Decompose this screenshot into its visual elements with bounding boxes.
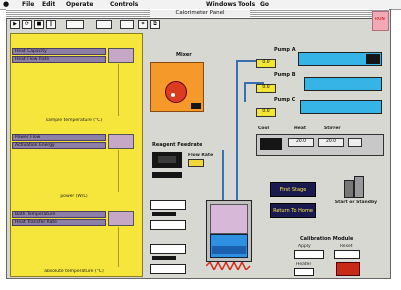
pump-c-label: Pump C — [274, 97, 296, 103]
numeric-control[interactable] — [150, 200, 186, 210]
flow-rate-field[interactable] — [188, 159, 204, 167]
cylinder-icon — [354, 176, 364, 198]
menu-file[interactable]: File — [22, 0, 34, 9]
menu-operate[interactable]: Operate — [66, 0, 93, 9]
pump-a-label: Pump A — [274, 47, 296, 53]
list-item[interactable]: Activation Energy — [12, 142, 106, 149]
cylinder-icon — [344, 180, 354, 198]
control-bar — [152, 212, 176, 216]
pump-b-value[interactable]: 0.0 — [256, 84, 276, 93]
list-item[interactable]: Power Flow — [12, 134, 106, 141]
scale-markings — [118, 64, 135, 116]
value-display — [108, 134, 134, 149]
scale-markings — [118, 150, 135, 192]
apple-icon[interactable]: ● — [3, 0, 9, 9]
corner-badge-label: RUN — [375, 17, 385, 22]
calibration-field[interactable] — [294, 250, 324, 259]
pump-c-value[interactable]: 0.0 — [256, 108, 276, 117]
tab-cool[interactable]: Cool — [258, 126, 269, 131]
numeric-control[interactable] — [150, 244, 186, 254]
calibration-label: Calibration Module — [300, 236, 354, 242]
align-button[interactable] — [96, 20, 112, 29]
setpoint-b-field[interactable]: 20.0 — [318, 138, 344, 147]
flow-rate-label: Flow Rate — [188, 153, 214, 158]
equipment-icon[interactable] — [342, 174, 366, 198]
heater-coil-icon — [206, 262, 251, 270]
pump-c-bar — [300, 100, 382, 114]
pause-icon[interactable]: ‖ — [46, 20, 56, 29]
pump-a-value[interactable]: 0.0 — [256, 59, 276, 68]
mixer-readout — [191, 103, 201, 109]
pipe — [236, 60, 238, 210]
scale-markings — [118, 227, 135, 267]
run-continuous-icon[interactable]: ⟳ — [22, 20, 32, 29]
first-stage-button[interactable]: First Stage — [270, 182, 316, 197]
stop-icon[interactable]: ■ — [34, 20, 44, 29]
menu-tools[interactable]: Tools — [238, 0, 255, 9]
start-standby-label: Start or Standby — [334, 200, 378, 205]
pump-b-label: Pump B — [274, 72, 296, 78]
numeric-control[interactable] — [150, 264, 186, 274]
value-display — [108, 48, 134, 63]
mixer-panel — [150, 62, 204, 112]
liquid-level — [212, 246, 246, 254]
numeric-control[interactable] — [150, 220, 186, 230]
tab-heat[interactable]: Heat — [294, 126, 306, 131]
heater-field[interactable] — [294, 268, 314, 276]
mixer-knob-icon[interactable] — [165, 81, 187, 103]
group1-caption: sample temperature (°C) — [45, 118, 103, 123]
list-item[interactable]: Heat Transfer Rate — [12, 219, 106, 226]
pump-a-end — [366, 54, 380, 64]
list-item[interactable]: Heat Flow Rate — [12, 56, 106, 63]
reagent-bar — [152, 172, 182, 178]
reagent-screen — [158, 156, 176, 163]
menu-edit[interactable]: Edit — [42, 0, 55, 9]
return-home-button[interactable]: Return To Home — [270, 203, 316, 218]
knob-indicator — [171, 93, 175, 97]
corner-badge[interactable]: RUN — [372, 11, 389, 31]
menu-controls[interactable]: Controls — [110, 0, 138, 9]
heater-indicator — [336, 262, 360, 276]
control-display — [260, 138, 282, 150]
run-arrow-icon[interactable]: ▶ — [10, 20, 20, 29]
list-item[interactable]: Bath Temperature — [12, 211, 106, 218]
calibration-apply[interactable]: Apply — [298, 244, 311, 249]
vessel-headspace — [210, 204, 248, 234]
return-home-label: Return To Home — [273, 208, 313, 214]
group3-caption: absolute temperature (°C) — [44, 269, 104, 274]
calibration-field[interactable] — [334, 250, 360, 259]
tab-stirrer[interactable]: Stirrer — [324, 126, 341, 131]
group2-caption: power (W/L) — [60, 194, 88, 199]
first-stage-label: First Stage — [279, 187, 307, 193]
window-title: Calorimeter Panel — [150, 10, 250, 17]
reagent-label: Reagent Feedrate — [152, 142, 203, 148]
list-item[interactable]: Heat Capacity — [12, 48, 106, 55]
menu-go[interactable]: Go — [260, 0, 269, 9]
distribute-button[interactable] — [120, 20, 134, 29]
pump-b-bar — [304, 77, 382, 91]
pipe — [244, 82, 246, 102]
reorder-icon[interactable]: ⧉ — [150, 20, 160, 29]
value-display — [108, 211, 134, 226]
heater-label: Heater — [296, 262, 312, 267]
setpoint-c-field[interactable] — [348, 138, 362, 147]
menu-windows[interactable]: Windows — [206, 0, 236, 9]
resize-icon[interactable]: ⌗ — [138, 20, 148, 29]
font-selector[interactable] — [66, 20, 84, 29]
control-bar — [152, 256, 176, 260]
setpoint-a-field[interactable]: 20.0 — [288, 138, 314, 147]
calibration-reset[interactable]: Reset — [340, 244, 353, 249]
mixer-label: Mixer — [176, 52, 192, 58]
